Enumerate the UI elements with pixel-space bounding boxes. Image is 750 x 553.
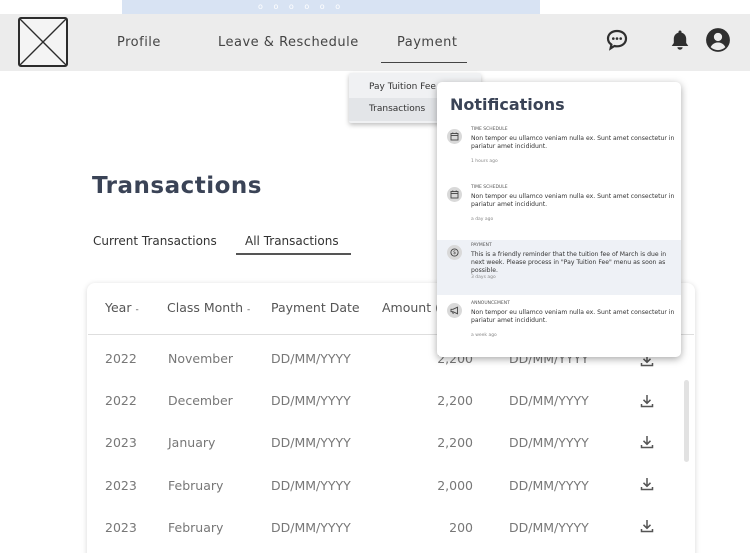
- notification-item[interactable]: Announcement Non tempor eu ullamco venia…: [437, 298, 681, 353]
- column-header-payment-date: Payment Date: [271, 300, 360, 315]
- cell-date: DD/MM/YYYY: [509, 435, 589, 450]
- user-profile-icon[interactable]: [705, 27, 731, 53]
- notification-category: Time Schedule: [471, 185, 508, 190]
- cell-year: 2023: [105, 435, 137, 450]
- header-bar: Profile Leave & Reschedule Payment: [0, 14, 750, 71]
- cell-class-month: February: [168, 478, 224, 493]
- cell-class-month: November: [168, 351, 234, 366]
- notification-item[interactable]: $ Payment This is a friendly reminder th…: [437, 240, 681, 295]
- notification-text: Non tempor eu ullamco veniam nulla ex. S…: [471, 135, 675, 150]
- calendar-icon: [447, 187, 462, 202]
- cell-class-month: December: [168, 393, 233, 408]
- cell-year: 2023: [105, 478, 137, 493]
- tab-active-underline: [236, 253, 351, 255]
- notification-time: a day ago: [471, 217, 494, 222]
- tab-current-transactions[interactable]: Current Transactions: [93, 234, 217, 248]
- notification-text: This is a friendly reminder that the tui…: [471, 251, 667, 274]
- cell-date: DD/MM/YYYY: [509, 393, 589, 408]
- cell-date: DD/MM/YYYY: [509, 520, 589, 535]
- cell-year: 2022: [105, 351, 137, 366]
- cell-payment-date: DD/MM/YYYY: [271, 393, 351, 408]
- cell-date: DD/MM/YYYY: [509, 478, 589, 493]
- cell-year: 2022: [105, 393, 137, 408]
- svg-text:$: $: [453, 250, 456, 256]
- column-header-year[interactable]: Year -: [105, 300, 139, 315]
- download-icon[interactable]: [639, 434, 655, 450]
- notifications-panel: Notifications Time Schedule Non tempor e…: [437, 82, 681, 357]
- nav-payment[interactable]: Payment: [397, 35, 457, 50]
- notification-item[interactable]: Time Schedule Non tempor eu ullamco veni…: [437, 182, 681, 237]
- cell-year: 2023: [105, 520, 137, 535]
- notification-text: Non tempor eu ullamco veniam nulla ex. S…: [471, 193, 675, 208]
- banner-decoration: o o o o o o: [258, 2, 345, 11]
- cell-amount: 200: [449, 520, 473, 535]
- cell-payment-date: DD/MM/YYYY: [271, 435, 351, 450]
- nav-active-underline: [381, 62, 467, 63]
- notification-time: 1 hours ago: [471, 159, 498, 164]
- download-icon[interactable]: [639, 518, 655, 534]
- cell-payment-date: DD/MM/YYYY: [271, 478, 351, 493]
- column-header-amount: Amount (: [382, 300, 440, 315]
- cell-amount: 2,200: [437, 393, 473, 408]
- notifications-title: Notifications: [450, 95, 565, 114]
- notification-time: 3 days ago: [471, 275, 496, 280]
- table-scrollbar[interactable]: [684, 380, 689, 462]
- download-icon[interactable]: [639, 476, 655, 492]
- cell-payment-date: DD/MM/YYYY: [271, 520, 351, 535]
- megaphone-icon: [447, 303, 462, 318]
- chat-bubble-icon[interactable]: [605, 28, 629, 52]
- calendar-icon: [447, 129, 462, 144]
- page-title: Transactions: [92, 173, 262, 199]
- cell-class-month: January: [168, 435, 216, 450]
- notification-category: Payment: [471, 243, 492, 248]
- logo-placeholder[interactable]: [18, 17, 68, 67]
- cell-amount: 2,000: [437, 478, 473, 493]
- notification-item[interactable]: Time Schedule Non tempor eu ullamco veni…: [437, 124, 681, 179]
- nav-profile[interactable]: Profile: [117, 35, 161, 50]
- cell-amount: 2,200: [437, 435, 473, 450]
- tab-all-transactions[interactable]: All Transactions: [245, 234, 339, 248]
- notification-category: Time Schedule: [471, 127, 508, 132]
- dollar-coin-icon: $: [447, 245, 462, 260]
- download-icon[interactable]: [639, 393, 655, 409]
- notification-text: Non tempor eu ullamco veniam nulla ex. S…: [471, 309, 675, 324]
- notification-category: Announcement: [471, 301, 510, 306]
- cell-payment-date: DD/MM/YYYY: [271, 351, 351, 366]
- notification-time: a week ago: [471, 333, 497, 338]
- cell-class-month: February: [168, 520, 224, 535]
- column-header-class-month[interactable]: Class Month -: [167, 300, 250, 315]
- bell-icon[interactable]: [668, 28, 692, 52]
- nav-leave-reschedule[interactable]: Leave & Reschedule: [218, 35, 359, 50]
